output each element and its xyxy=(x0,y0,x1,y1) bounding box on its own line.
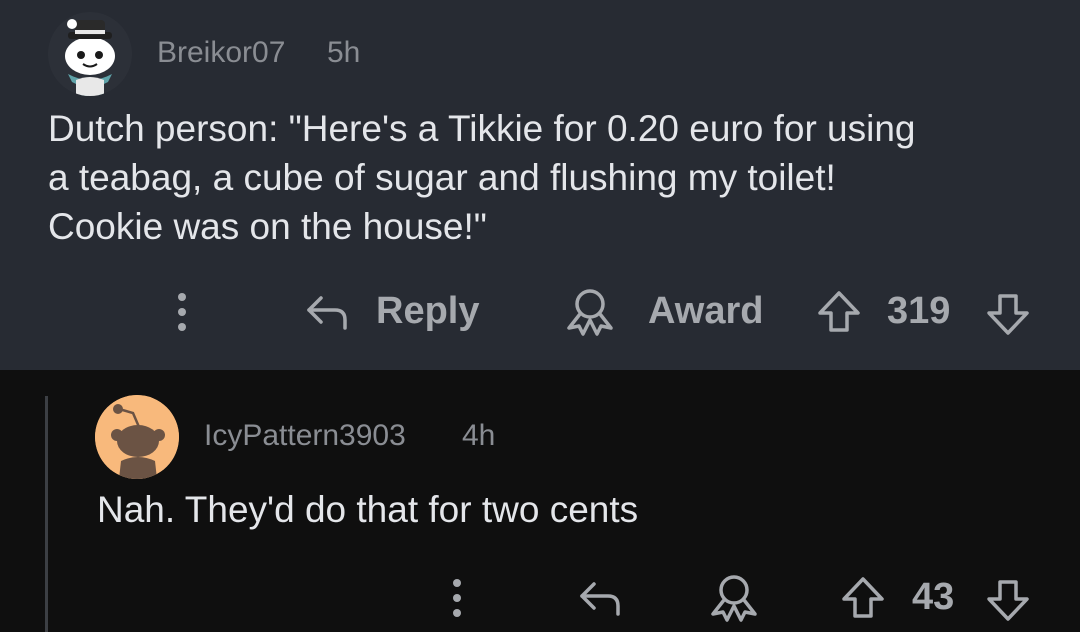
snoo-avatar-icon xyxy=(48,12,132,96)
comment-body: Nah. They'd do that for two cents xyxy=(97,489,639,530)
upvote-icon[interactable] xyxy=(840,574,886,622)
reply-arrow-icon[interactable] xyxy=(576,576,624,620)
more-vertical-icon[interactable] xyxy=(445,576,469,620)
comment-body-line: Dutch person: "Here's a Tikkie for 0.20 … xyxy=(48,108,916,149)
comment-timestamp: 5h xyxy=(327,36,361,69)
user-avatar[interactable] xyxy=(48,12,132,96)
downvote-icon[interactable] xyxy=(985,576,1031,624)
vote-score: 319 xyxy=(887,290,951,332)
vote-score: 43 xyxy=(912,576,955,618)
default-snoo-avatar-icon xyxy=(95,395,179,479)
award-label: Award xyxy=(648,290,764,332)
reply-arrow-icon xyxy=(303,290,351,334)
upvote-icon[interactable] xyxy=(816,288,862,336)
thread-line[interactable] xyxy=(45,396,48,632)
reply-label: Reply xyxy=(376,290,480,332)
downvote-icon[interactable] xyxy=(985,290,1031,338)
comment-thread: Breikor07 5h Dutch person: "Here's a Tik… xyxy=(0,0,1080,632)
comment-author[interactable]: IcyPattern3903 xyxy=(204,419,406,453)
award-icon xyxy=(563,286,617,336)
comment-highlighted: Breikor07 5h Dutch person: "Here's a Tik… xyxy=(0,0,1080,370)
comment-timestamp: 4h xyxy=(462,419,496,452)
user-avatar[interactable] xyxy=(95,395,179,479)
comment-author[interactable]: Breikor07 xyxy=(157,36,285,70)
more-vertical-icon[interactable] xyxy=(170,290,194,334)
comment-body-line: Cookie was on the house!" xyxy=(48,206,487,247)
award-icon[interactable] xyxy=(707,572,761,622)
comment-body-line: a teabag, a cube of sugar and flushing m… xyxy=(48,157,836,198)
comment-body: Dutch person: "Here's a Tikkie for 0.20 … xyxy=(48,104,1048,251)
